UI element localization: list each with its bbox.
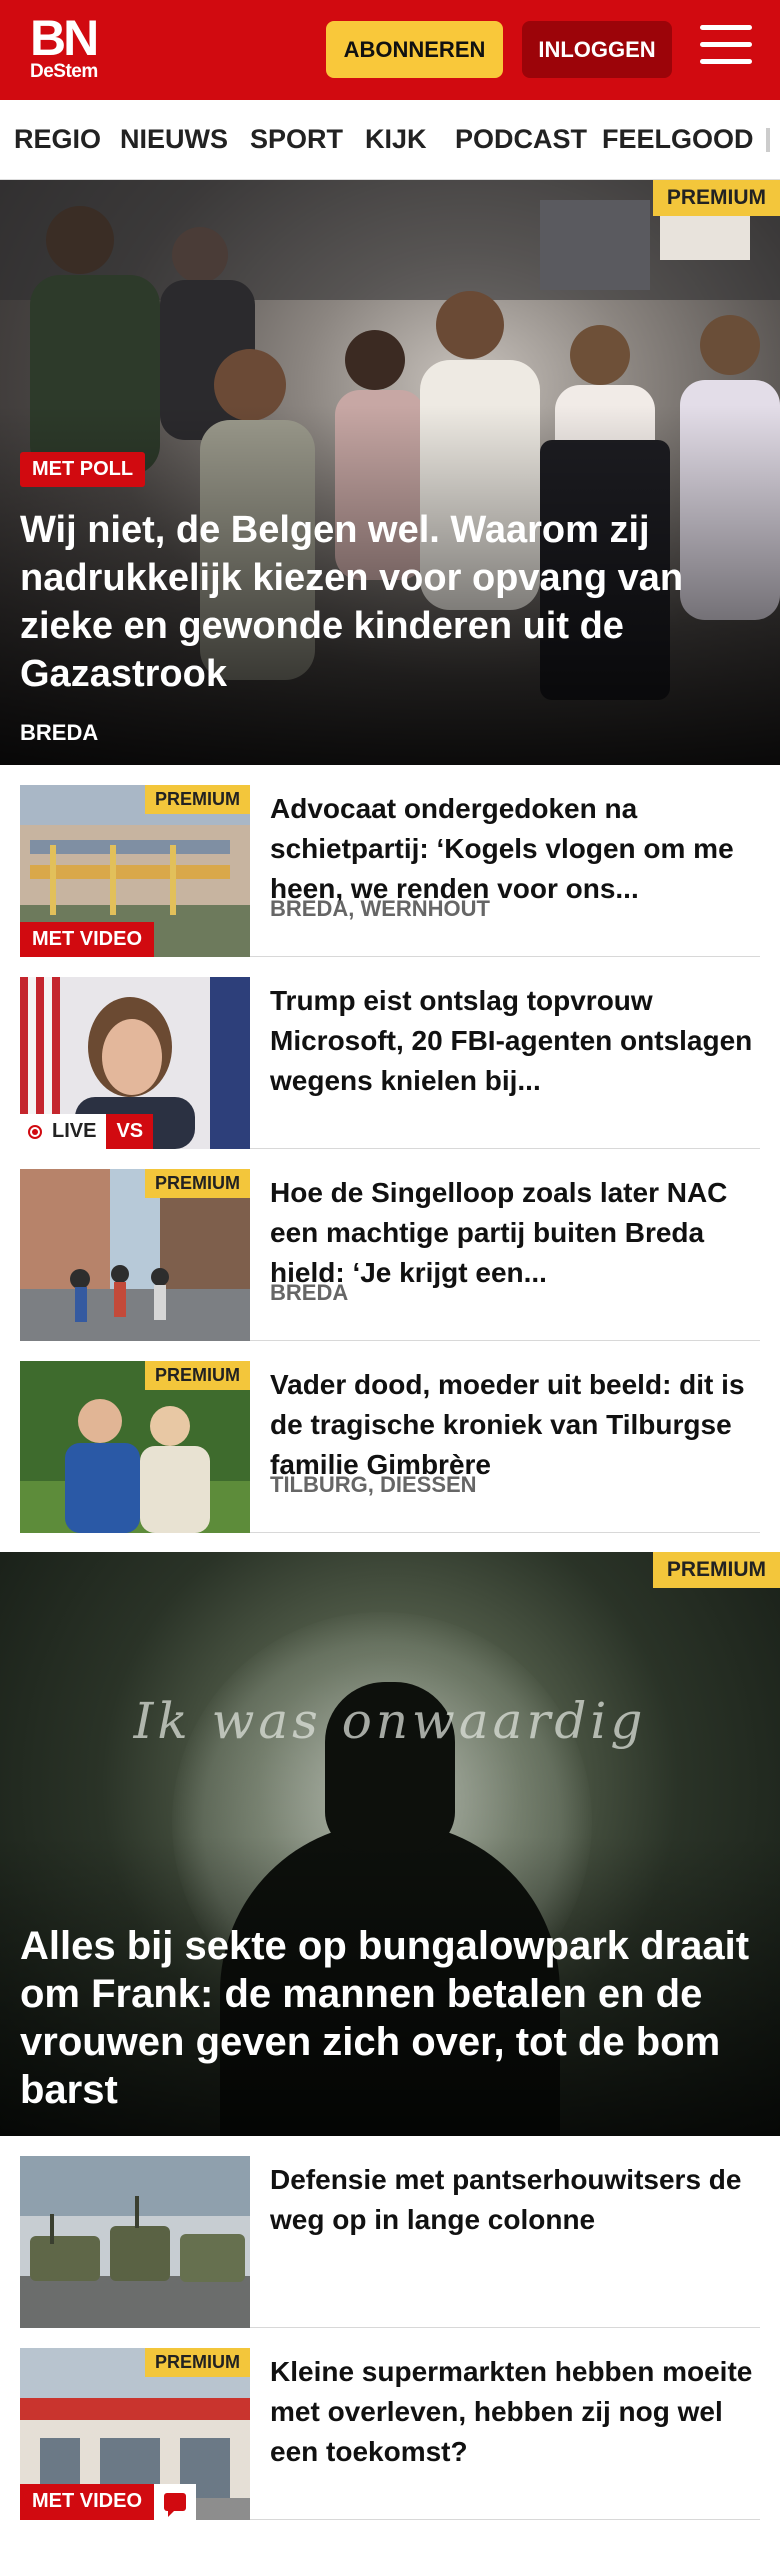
live-badge: LIVE: [20, 1114, 107, 1149]
hero-title[interactable]: Wij niet, de Belgen wel. Waarom zij nadr…: [20, 506, 760, 698]
premium-badge: PREMIUM: [652, 1552, 780, 1588]
article-thumbnail: PREMIUM MET VIDEO: [20, 2348, 250, 2520]
article-title[interactable]: Kleine supermarkten hebben moeite met ov…: [270, 2352, 760, 2472]
nav-item-regio[interactable]: REGIO: [14, 124, 101, 155]
feature-overlay-text: Ik was onwaardig: [133, 1692, 647, 1750]
nav-item-kijk[interactable]: KIJK: [365, 124, 427, 155]
feature-article[interactable]: Ik was onwaardig PREMIUM Alles bij sekte…: [0, 1552, 780, 2136]
article-thumbnail: LIVE VS: [20, 977, 250, 1149]
article-thumbnail: PREMIUM: [20, 1169, 250, 1341]
poll-badge: MET POLL: [20, 452, 146, 487]
list-item[interactable]: PREMIUM MET VIDEO Advocaat ondergedoken …: [20, 765, 760, 957]
video-badge: MET VIDEO: [20, 2484, 155, 2520]
article-location: TILBURG, DIESSEN: [270, 1472, 477, 1497]
article-thumbnail: [20, 2156, 250, 2328]
nav-item-nieuws[interactable]: NIEUWS: [120, 124, 228, 155]
premium-badge: PREMIUM: [652, 180, 780, 216]
logo-main: BN: [30, 10, 99, 66]
list-item[interactable]: PREMIUM Hoe de Singelloop zoals later NA…: [20, 1149, 760, 1341]
premium-badge: PREMIUM: [145, 2348, 250, 2377]
article-title[interactable]: Hoe de Singelloop zoals later NAC een ma…: [270, 1173, 760, 1293]
article-thumbnail: PREMIUM: [20, 1361, 250, 1533]
article-title[interactable]: Advocaat ondergedoken na schietpartij: ‘…: [270, 789, 760, 909]
article-title[interactable]: Vader dood, moeder uit beeld: dit is de …: [270, 1365, 760, 1485]
article-title[interactable]: Trump eist ontslag topvrouw Microsoft, 2…: [270, 981, 760, 1101]
article-title[interactable]: Defensie met pantserhouwitsers de weg op…: [270, 2160, 760, 2240]
article-location: BREDA, WERNHOUT: [270, 896, 490, 921]
article-thumbnail: PREMIUM MET VIDEO: [20, 785, 250, 957]
logo-sub: DeStem: [30, 61, 98, 82]
list-item[interactable]: PREMIUM Vader dood, moeder uit beeld: di…: [20, 1341, 760, 1533]
nav-item-feelgood[interactable]: FEELGOOD: [602, 124, 754, 155]
site-header: BN DeStem ABONNEREN INLOGGEN: [0, 0, 780, 100]
login-button[interactable]: INLOGGEN: [522, 21, 672, 78]
list-item[interactable]: Defensie met pantserhouwitsers de weg op…: [20, 2136, 760, 2328]
live-dot-icon: [28, 1124, 42, 1139]
hero-location: BREDA: [20, 720, 99, 745]
video-badge: MET VIDEO: [20, 922, 155, 957]
list-item[interactable]: LIVE VS Trump eist ontslag topvrouw Micr…: [20, 957, 760, 1149]
feature-title[interactable]: Alles bij sekte op bungalowpark draait o…: [20, 1922, 770, 2114]
comment-icon: [164, 2493, 187, 2517]
list-item[interactable]: PREMIUM MET VIDEO Kleine supermarkten he…: [20, 2328, 760, 2520]
nav-item-sport[interactable]: SPORT: [250, 124, 343, 155]
nav-item-podcast[interactable]: PODCAST: [455, 124, 587, 155]
live-label: LIVE: [52, 1120, 97, 1142]
hero-article[interactable]: PREMIUM MET POLL Wij niet, de Belgen wel…: [0, 180, 780, 765]
nav-overflow-hint: [766, 128, 770, 152]
site-logo[interactable]: BN DeStem: [30, 10, 99, 82]
premium-badge: PREMIUM: [145, 785, 250, 814]
section-nav: REGIO NIEUWS SPORT KIJK PODCAST FEELGOOD: [0, 100, 780, 180]
subscribe-button[interactable]: ABONNEREN: [326, 21, 503, 78]
topic-badge: VS: [106, 1114, 154, 1149]
article-location: BREDA: [270, 1280, 349, 1305]
premium-badge: PREMIUM: [145, 1361, 250, 1390]
premium-badge: PREMIUM: [145, 1169, 250, 1198]
hamburger-menu-icon[interactable]: [700, 25, 752, 71]
